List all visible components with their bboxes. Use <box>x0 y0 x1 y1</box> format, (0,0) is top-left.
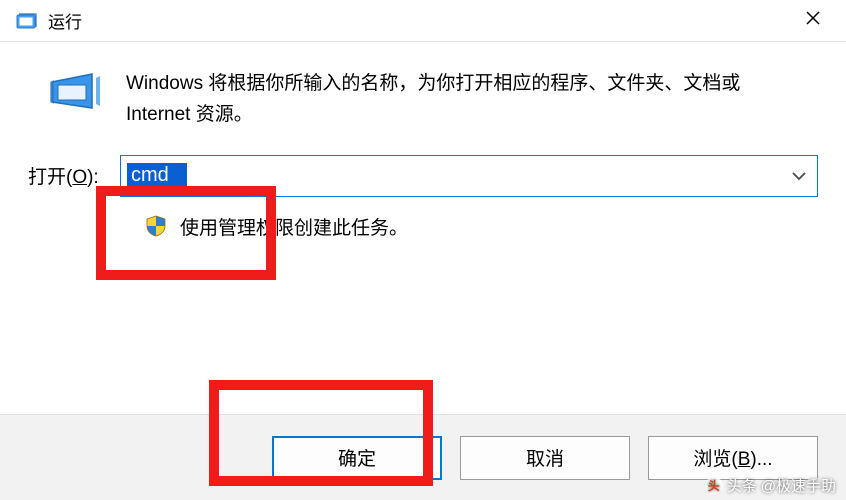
run-dialog-icon <box>48 68 104 116</box>
open-combobox[interactable] <box>120 155 818 197</box>
description-text: Windows 将根据你所输入的名称，为你打开相应的程序、文件夹、文档或 Int… <box>126 68 766 131</box>
open-input[interactable] <box>127 163 187 188</box>
open-row: 打开(O): <box>28 155 818 197</box>
shield-icon <box>144 214 168 238</box>
open-combobox-wrap <box>120 155 818 197</box>
watermark-icon: 头 <box>705 477 723 495</box>
cancel-button[interactable]: 取消 <box>460 436 630 480</box>
close-icon <box>805 10 821 31</box>
description-row: Windows 将根据你所输入的名称，为你打开相应的程序、文件夹、文档或 Int… <box>48 68 818 131</box>
titlebar-left: 运行 <box>16 8 82 33</box>
admin-note-text: 使用管理权限创建此任务。 <box>180 213 408 240</box>
run-title-icon <box>16 12 38 30</box>
titlebar: 运行 <box>0 0 846 42</box>
open-label: 打开(O): <box>28 162 106 189</box>
admin-note-row: 使用管理权限创建此任务。 <box>144 213 818 240</box>
watermark: 头 头条 @极速手助 <box>705 475 836 496</box>
browse-button[interactable]: 浏览(B)... <box>648 436 818 480</box>
ok-button[interactable]: 确定 <box>272 436 442 480</box>
close-button[interactable] <box>790 3 836 39</box>
chevron-down-icon[interactable] <box>787 171 811 181</box>
window-title: 运行 <box>48 8 82 33</box>
dialog-content: Windows 将根据你所输入的名称，为你打开相应的程序、文件夹、文档或 Int… <box>0 42 846 258</box>
